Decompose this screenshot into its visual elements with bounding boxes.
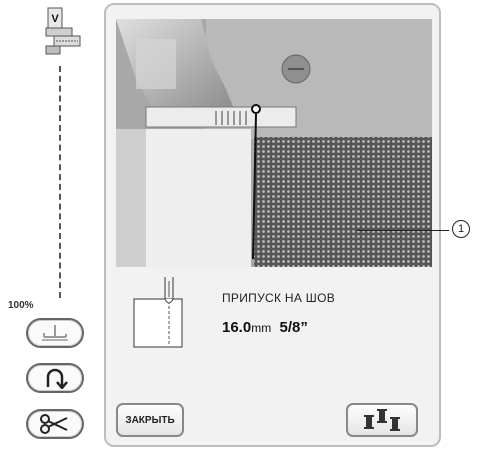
zoom-level: 100% [8, 300, 34, 311]
thread-cutter-button[interactable] [26, 409, 84, 439]
seam-allowance-value: 16.0mm 5/8” [222, 319, 308, 336]
callout-marker: 1 [452, 220, 470, 238]
seam-value-inch: 5/8” [279, 319, 308, 336]
needle-seam-icon [133, 277, 183, 349]
seam-guide-panel: ПРИПУСК НА ШОВ 16.0mm 5/8” ЗАКРЫТЬ [104, 3, 441, 447]
left-toolbar: V 100% [0, 0, 100, 450]
callout-line [357, 230, 449, 231]
presser-foot-icon: V [40, 6, 82, 56]
reverse-stitch-button[interactable] [26, 363, 84, 393]
u-turn-icon [46, 368, 68, 389]
thread-settings-button[interactable] [346, 403, 418, 437]
seam-value-mm: 16.0 [222, 319, 252, 336]
presser-foot-lift-button[interactable] [26, 318, 84, 348]
stitch-preview-line [59, 66, 61, 298]
presser-foot-lift-icon [42, 325, 68, 341]
spools-icon [364, 409, 400, 431]
seam-unit-mm: mm [251, 321, 272, 335]
close-button[interactable]: ЗАКРЫТЬ [116, 403, 184, 437]
scissors-icon [40, 414, 68, 434]
seam-allowance-title: ПРИПУСК НА ШОВ [222, 291, 336, 305]
foot-letter: V [51, 13, 59, 25]
